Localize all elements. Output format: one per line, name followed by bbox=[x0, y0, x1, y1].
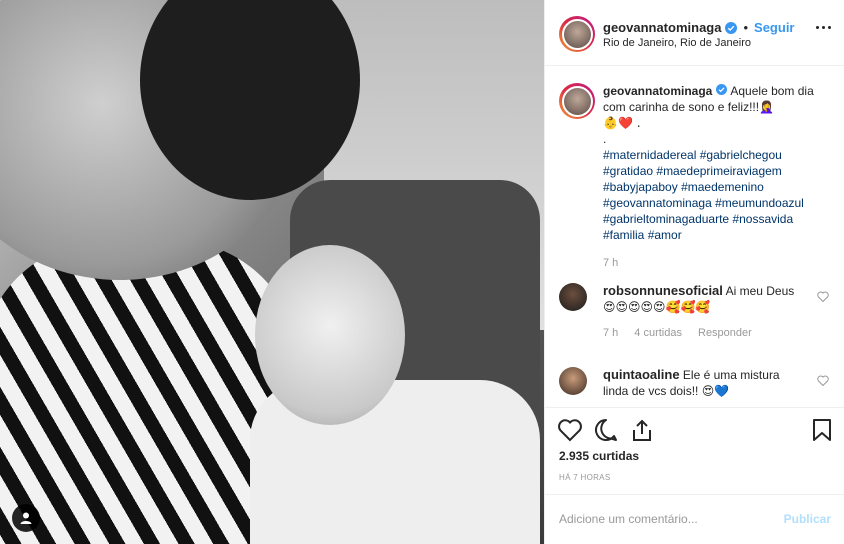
comment-icon[interactable] bbox=[593, 418, 619, 447]
hashtag-link[interactable]: #familia bbox=[603, 228, 644, 242]
post-location[interactable]: Rio de Janeiro, Rio de Janeiro bbox=[603, 37, 751, 49]
commenter-avatar[interactable] bbox=[559, 283, 587, 311]
comment-text: robsonnunesoficial Ai meu Deus 😍😍😍😍😍🥰🥰🥰 bbox=[603, 283, 829, 315]
comment-input[interactable] bbox=[559, 509, 769, 529]
post-header: geovannatominaga • Seguir Rio de Janeiro… bbox=[545, 0, 844, 66]
commenter-username[interactable]: quintaoaline bbox=[603, 367, 680, 382]
comments-list[interactable]: geovannatominaga Aquele bom dia com cari… bbox=[545, 67, 844, 407]
caption-body: geovannatominaga Aquele bom dia com cari… bbox=[603, 83, 829, 271]
likes-count[interactable]: 2.935 curtidas bbox=[559, 449, 639, 463]
comment-time[interactable]: 7 h bbox=[603, 327, 618, 339]
author-line: geovannatominaga • Seguir bbox=[603, 20, 795, 35]
commenter-username[interactable]: robsonnunesoficial bbox=[603, 283, 723, 298]
avatar-image bbox=[561, 85, 593, 117]
reply-button[interactable]: Responder bbox=[698, 327, 752, 339]
hashtag-link[interactable]: #maedemenino bbox=[681, 180, 764, 194]
author-avatar[interactable] bbox=[559, 16, 595, 52]
hashtag-link[interactable]: #gabrieltominagaduarte bbox=[603, 212, 729, 226]
like-comment-heart-icon[interactable] bbox=[817, 289, 829, 307]
hashtag-link[interactable]: #maedeprimeiraviagem bbox=[656, 164, 781, 178]
hashtag-link[interactable]: #babyjapaboy bbox=[603, 180, 678, 194]
separator-dot: • bbox=[743, 20, 749, 35]
caption-emoji: 🤦‍♀️ bbox=[759, 100, 775, 114]
hashtag-link[interactable]: #gratidao bbox=[603, 164, 653, 178]
publish-button[interactable]: Publicar bbox=[784, 512, 831, 526]
post-caption: geovannatominaga Aquele bom dia com cari… bbox=[559, 83, 829, 271]
verified-badge-icon bbox=[715, 84, 728, 96]
avatar-image bbox=[561, 18, 593, 50]
tagged-users-icon[interactable] bbox=[12, 504, 40, 532]
comment-item: quintaoaline Ele é uma mistura linda de … bbox=[559, 367, 829, 399]
post-side-panel: geovannatominaga • Seguir Rio de Janeiro… bbox=[544, 0, 844, 544]
post-photo[interactable] bbox=[0, 0, 544, 544]
post-timestamp[interactable]: HÁ 7 HORAS bbox=[559, 473, 610, 482]
commenter-avatar[interactable] bbox=[559, 367, 587, 395]
caption-time[interactable]: 7 h bbox=[603, 255, 829, 271]
caption-dot: . bbox=[603, 132, 607, 146]
comment-likes[interactable]: 4 curtidas bbox=[634, 327, 682, 339]
hashtag-link[interactable]: #geovannatominaga bbox=[603, 196, 712, 210]
comment-item: robsonnunesoficial Ai meu Deus 😍😍😍😍😍🥰🥰🥰 … bbox=[559, 283, 829, 339]
follow-button[interactable]: Seguir bbox=[754, 20, 794, 35]
hashtag-link[interactable]: #meumundoazul bbox=[715, 196, 804, 210]
share-icon[interactable] bbox=[629, 418, 655, 447]
bookmark-icon[interactable] bbox=[811, 418, 833, 447]
comment-emojis: 😍😍😍😍😍🥰🥰🥰 bbox=[603, 300, 711, 314]
comment-emojis: 😍💙 bbox=[701, 384, 730, 398]
hashtag-link[interactable]: #amor bbox=[648, 228, 682, 242]
caption-emoji-line: 👶❤️ . bbox=[603, 116, 641, 130]
caption-author-username[interactable]: geovannatominaga bbox=[603, 84, 712, 98]
hashtag-link[interactable]: #maternidadereal bbox=[603, 148, 696, 162]
author-username[interactable]: geovannatominaga bbox=[603, 20, 721, 35]
post-actions bbox=[545, 407, 844, 453]
hashtag-link[interactable]: #nossavida bbox=[732, 212, 793, 226]
photo-baby-head bbox=[255, 245, 405, 425]
caption-author-avatar[interactable] bbox=[559, 83, 595, 119]
add-comment-bar: Publicar bbox=[545, 494, 844, 544]
verified-badge-icon bbox=[725, 21, 738, 34]
comment-text: quintaoaline Ele é uma mistura linda de … bbox=[603, 367, 829, 399]
caption-hashtags: #maternidadereal #gabrielchegou #gratida… bbox=[603, 147, 829, 243]
heart-icon[interactable] bbox=[557, 418, 583, 447]
like-comment-heart-icon[interactable] bbox=[817, 373, 829, 391]
hashtag-link[interactable]: #gabrielchegou bbox=[700, 148, 782, 162]
more-options-icon[interactable] bbox=[816, 26, 831, 29]
comment-meta: 7 h 4 curtidas Responder bbox=[603, 327, 829, 339]
comment-body: Ai meu Deus bbox=[725, 284, 795, 298]
